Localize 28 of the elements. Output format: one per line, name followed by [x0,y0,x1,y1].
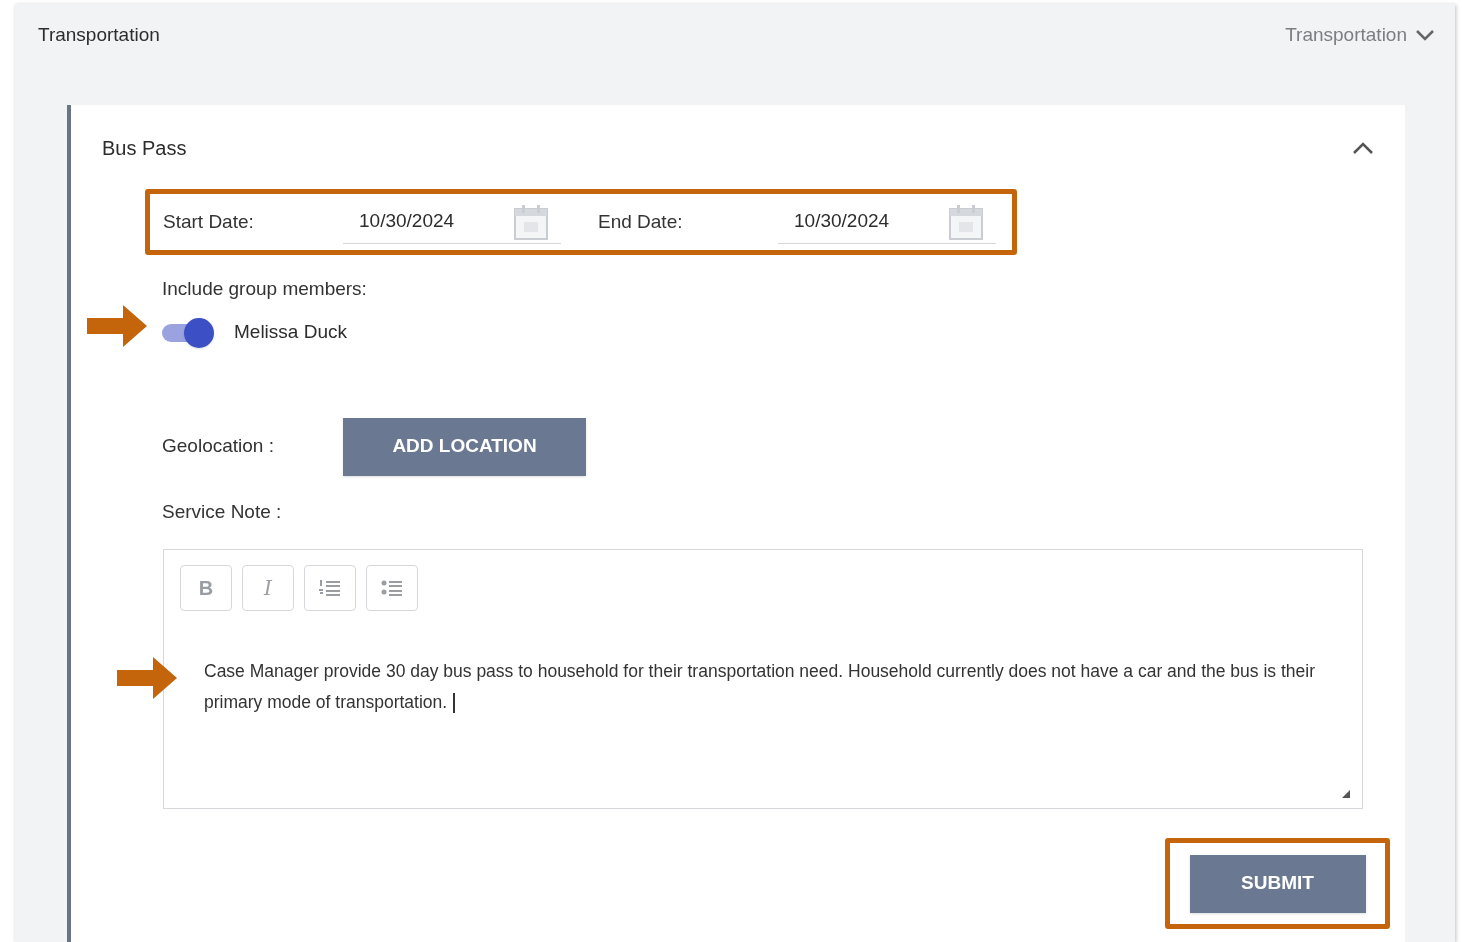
toggle-switch[interactable] [162,317,214,348]
calendar-icon [513,202,549,241]
bulleted-list-icon [381,579,403,597]
resize-handle-icon [1342,790,1350,798]
group-label: Include group members: [162,277,368,301]
calendar-icon [948,202,984,241]
italic-button[interactable]: I [242,565,294,611]
numbered-list-button[interactable] [304,565,356,611]
note-editor[interactable]: B I Case Manager provide 30 day bus pass to household for their transportation need. Household currently does not have a car and the bus is their primary mode of transportation. [163,549,1363,809]
date-label: Start Date: [163,209,255,234]
bold-button[interactable]: B [180,565,232,611]
arrow-icon [87,305,147,347]
bulleted-list-button[interactable] [366,565,418,611]
category-dropdown[interactable]: Transportation [1285,20,1435,50]
service-note-label: Service Note : [162,499,283,524]
date-field[interactable]: 10/30/2024 [343,200,561,244]
page-title: Transportation [38,22,160,47]
submit-button[interactable]: SUBMIT [1189,854,1366,913]
numbered-list-icon [319,579,341,597]
note-text: Case Manager provide 30 day bus pass to household for their transportation need. Household currently does not have a car and the bus is their primary mode of transportation. [204,660,1316,716]
arrow-icon [117,657,177,699]
date-field[interactable]: 10/30/2024 [778,200,996,244]
section-title: Bus Pass [102,136,187,161]
member-name: Melissa Duck [234,320,347,345]
geolocation-label: Geolocation : [162,434,275,459]
add-location-button[interactable]: ADD LOCATION [343,417,586,476]
chevron-down-icon [1415,28,1435,42]
date-label: End Date: [598,209,684,234]
